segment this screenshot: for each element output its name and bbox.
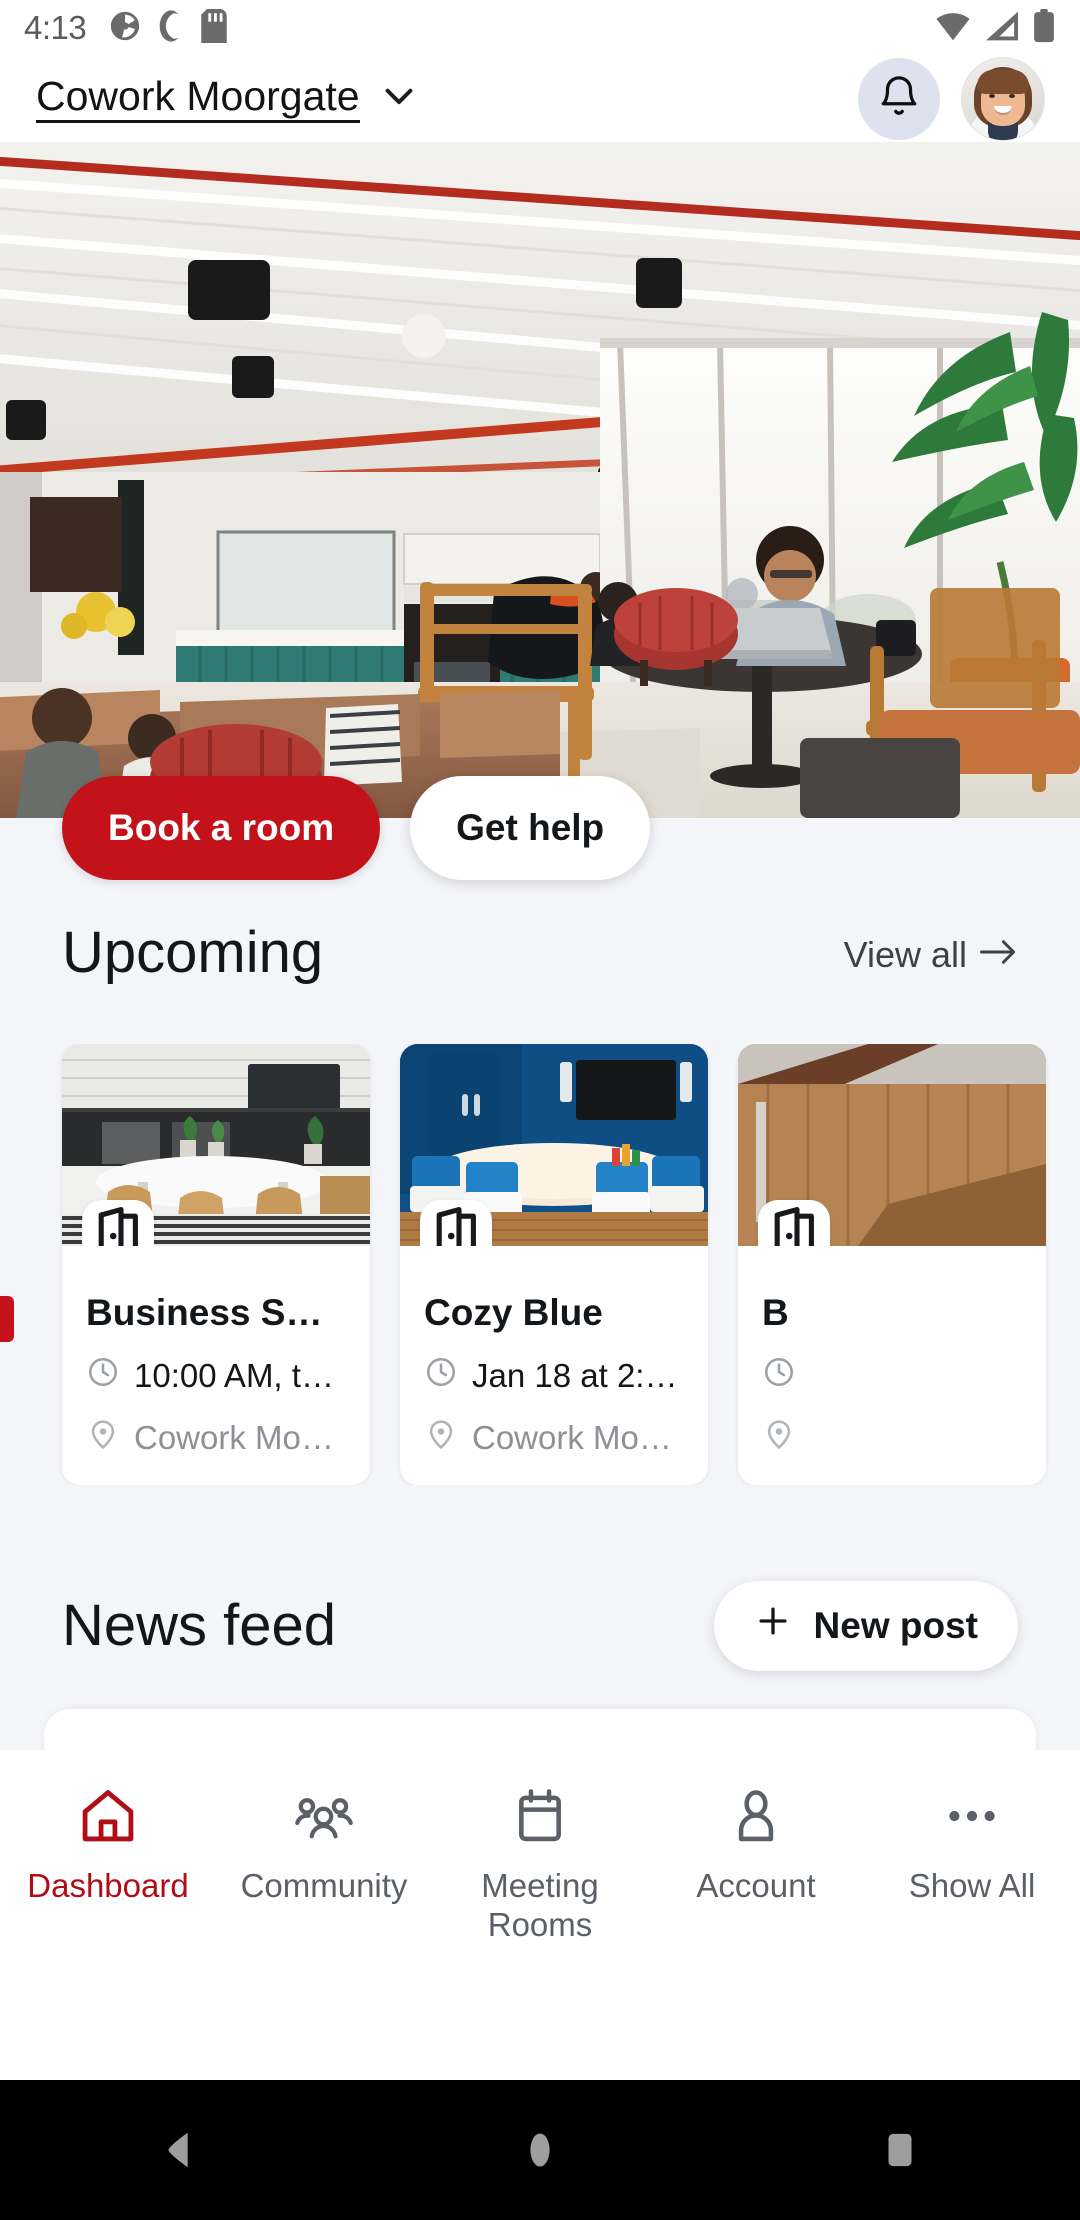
app-header: Cowork Moorgate <box>0 56 1080 142</box>
home-icon <box>76 1784 140 1853</box>
map-pin-icon <box>762 1417 796 1459</box>
book-a-room-button[interactable]: Book a room <box>62 776 381 880</box>
door-icon <box>82 1200 154 1246</box>
cellular-signal-icon <box>984 10 1020 47</box>
door-icon <box>758 1200 830 1246</box>
wifi-icon <box>934 10 972 47</box>
news-feed-accent-bar <box>0 1296 14 1342</box>
status-bar-clock: 4:13 <box>24 9 87 46</box>
new-post-button[interactable]: New post <box>713 1580 1018 1671</box>
card-body: B <box>738 1246 1046 1485</box>
room-location: Cowork Moorgate <box>424 1417 684 1459</box>
sidebar-item-account[interactable]: Account <box>648 1784 864 1906</box>
location-selector[interactable]: Cowork Moorgate <box>36 74 420 124</box>
moon-icon <box>156 9 187 48</box>
card-body: Business Smart 10:00 AM, tomor… Cowork M… <box>62 1246 370 1485</box>
status-bar: 4:13 <box>0 0 1080 56</box>
location-name: Cowork Moorgate <box>36 74 360 124</box>
recents-square-icon[interactable] <box>810 2080 990 2220</box>
person-icon <box>724 1784 788 1853</box>
room-name: B <box>762 1292 789 1333</box>
camera-shutter-icon <box>108 9 142 48</box>
room-photo <box>400 1044 708 1246</box>
news-feed-title: News feed <box>62 1592 337 1658</box>
map-pin-icon <box>86 1417 120 1459</box>
room-name: Business Smart <box>86 1292 346 1333</box>
card-body: Cozy Blue Jan 18 at 2:00 PM Cowork Moorg… <box>400 1246 708 1485</box>
clock-icon <box>424 1355 458 1397</box>
sd-card-icon <box>200 8 228 48</box>
view-all-link[interactable]: View all <box>844 934 1018 982</box>
clock-icon <box>86 1355 120 1397</box>
sidebar-item-meeting-rooms[interactable]: Meeting Rooms <box>432 1784 648 1945</box>
list-item[interactable]: Cozy Blue Jan 18 at 2:00 PM Cowork Moorg… <box>400 1044 708 1485</box>
map-pin-icon <box>424 1417 458 1459</box>
bottom-navigation: Dashboard Community Meeting Rooms Accoun… <box>0 1750 1080 2080</box>
list-item[interactable]: Business Smart 10:00 AM, tomor… Cowork M… <box>62 1044 370 1485</box>
arrow-right-icon <box>980 934 1018 976</box>
room-location: Cowork Moorgate <box>86 1417 346 1459</box>
room-location-text: Cowork Moorgate <box>472 1418 684 1456</box>
upcoming-cards-row[interactable]: Business Smart 10:00 AM, tomor… Cowork M… <box>0 1044 1080 1485</box>
room-time-text: 10:00 AM, tomor… <box>134 1356 346 1394</box>
battery-full-icon <box>1032 8 1056 48</box>
sidebar-item-label: Meeting Rooms <box>481 1867 599 1943</box>
status-bar-notification-icons <box>108 8 228 48</box>
sidebar-item-community[interactable]: Community <box>216 1784 432 1906</box>
room-time: 10:00 AM, tomor… <box>86 1355 346 1397</box>
room-location-text: Cowork Moorgate <box>134 1418 346 1456</box>
room-photo <box>62 1044 370 1246</box>
room-time: Jan 18 at 2:00 PM <box>424 1355 684 1397</box>
news-feed-header: News feed New post <box>0 1580 1080 1671</box>
chevron-down-icon <box>378 75 420 122</box>
view-all-label: View all <box>843 934 967 975</box>
app-screen: 4:13 Cowork Moorgate Book a room Get hel… <box>0 0 1080 2220</box>
hero-image <box>0 142 1080 818</box>
avatar[interactable] <box>962 58 1044 140</box>
plus-icon <box>754 1602 792 1649</box>
room-name: Cozy Blue <box>424 1292 603 1333</box>
status-bar-system-icons <box>934 8 1056 48</box>
hero-actions: Book a room Get help <box>0 776 1080 880</box>
sidebar-item-label: Show All <box>908 1867 1036 1904</box>
notifications-button[interactable] <box>858 58 940 140</box>
upcoming-section-header: Upcoming View all <box>0 924 1080 982</box>
home-circle-icon[interactable] <box>450 2080 630 2220</box>
new-post-label: New post <box>813 1604 978 1646</box>
page-title: Upcoming <box>62 920 324 985</box>
door-icon <box>420 1200 492 1246</box>
room-time-text: Jan 18 at 2:00 PM <box>472 1356 684 1394</box>
room-location <box>762 1417 1022 1459</box>
room-photo <box>738 1044 1046 1246</box>
ellipsis-icon <box>940 1784 1004 1853</box>
calendar-icon <box>508 1784 572 1853</box>
sidebar-item-label: Account <box>696 1867 816 1904</box>
room-time <box>762 1355 1022 1397</box>
sidebar-item-label: Community <box>240 1867 408 1904</box>
sidebar-item-show-all[interactable]: Show All <box>864 1784 1080 1906</box>
clock-icon <box>762 1355 796 1397</box>
get-help-button[interactable]: Get help <box>410 776 651 880</box>
people-icon <box>292 1784 356 1853</box>
sidebar-item-dashboard[interactable]: Dashboard <box>0 1784 216 1906</box>
sidebar-item-label: Dashboard <box>27 1867 189 1904</box>
main-content: Upcoming View all Business Smart 10:00 A… <box>0 818 1080 1829</box>
back-triangle-icon[interactable] <box>90 2080 270 2220</box>
list-item[interactable]: B <box>738 1044 1046 1485</box>
system-navigation-bar <box>0 2080 1080 2220</box>
bell-icon <box>876 74 922 125</box>
